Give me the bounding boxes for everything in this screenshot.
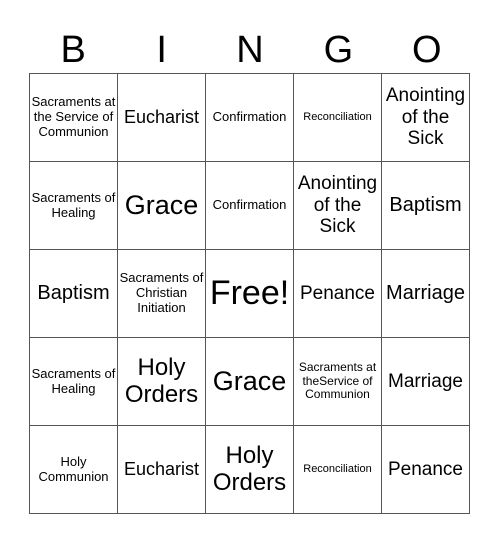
bingo-cell[interactable]: Marriage (382, 250, 470, 338)
bingo-cell[interactable]: Anointing of the Sick (294, 162, 382, 250)
bingo-cell[interactable]: Sacraments of Healing (30, 338, 118, 426)
bingo-card: Sacraments at the Service of Communion E… (29, 73, 470, 514)
bingo-cell[interactable]: Confirmation (206, 162, 294, 250)
header-letter-o: O (412, 29, 442, 71)
bingo-cell[interactable]: Sacraments of Christian Initiation (118, 250, 206, 338)
bingo-header: B I N G O (29, 30, 471, 70)
bingo-cell[interactable]: Sacraments of Healing (30, 162, 118, 250)
bingo-cell[interactable]: Reconciliation (294, 426, 382, 514)
bingo-cell[interactable]: Holy Orders (206, 426, 294, 514)
bingo-cell[interactable]: Grace (206, 338, 294, 426)
bingo-cell[interactable]: Marriage (382, 338, 470, 426)
bingo-free-cell[interactable]: Free! (206, 250, 294, 338)
bingo-cell[interactable]: Baptism (382, 162, 470, 250)
bingo-cell[interactable]: Anointing of the Sick (382, 74, 470, 162)
header-letter-n: N (236, 29, 264, 71)
bingo-cell[interactable]: Reconciliation (294, 74, 382, 162)
bingo-cell[interactable]: Sacraments at theService of Communion (294, 338, 382, 426)
header-letter-i: I (156, 29, 167, 71)
bingo-cell[interactable]: Baptism (30, 250, 118, 338)
header-letter-g: G (323, 29, 354, 71)
bingo-cell[interactable]: Penance (382, 426, 470, 514)
header-letter-b: B (60, 29, 86, 71)
bingo-cell[interactable]: Holy Communion (30, 426, 118, 514)
bingo-cell[interactable]: Confirmation (206, 74, 294, 162)
bingo-cell[interactable]: Eucharist (118, 74, 206, 162)
bingo-cell[interactable]: Eucharist (118, 426, 206, 514)
bingo-cell[interactable]: Sacraments at the Service of Communion (30, 74, 118, 162)
bingo-cell[interactable]: Grace (118, 162, 206, 250)
bingo-cell[interactable]: Holy Orders (118, 338, 206, 426)
bingo-cell[interactable]: Penance (294, 250, 382, 338)
